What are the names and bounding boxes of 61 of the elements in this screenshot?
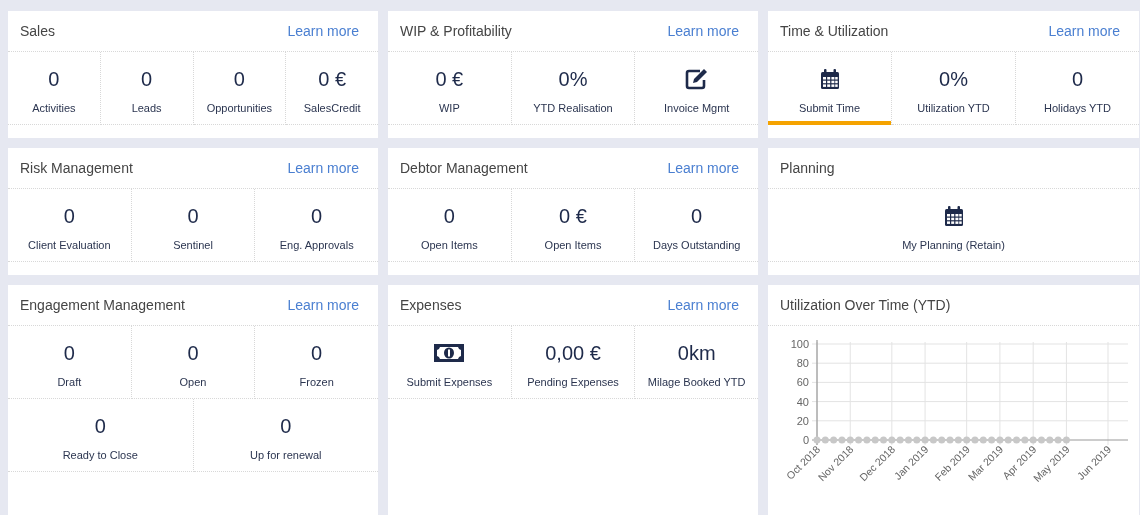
stat-label: SalesCredit [303, 102, 361, 115]
card-title: Utilization Over Time (YTD) [780, 295, 951, 315]
card-title: WIP & Profitability [400, 21, 512, 41]
stat-value: 0 € [318, 67, 347, 91]
stat-label: Open [179, 376, 207, 389]
stat-value: 0,00 € [545, 341, 601, 365]
stat-label: Submit Expenses [406, 376, 493, 389]
card-title: Expenses [400, 295, 462, 315]
stat-label: Draft [57, 376, 82, 389]
card-title: Sales [20, 21, 56, 41]
card-title: Time & Utilization [780, 21, 889, 41]
stat-label: Holidays YTD [1043, 102, 1111, 115]
stat-label: Frozen [299, 376, 334, 389]
stat-label: My Planning (Retain) [902, 239, 1005, 252]
card-title: Risk Management [20, 158, 133, 178]
stat-label: Open Items [544, 239, 602, 252]
axis-tick-label: 20 [796, 414, 809, 427]
stat-label: Up for renewal [249, 449, 322, 462]
stat-label: Submit Time [798, 102, 861, 115]
stat-label: Pending Expenses [527, 376, 619, 389]
stat-label: Milage Booked YTD [647, 376, 746, 389]
stat-label: Utilization YTD [917, 102, 990, 115]
stat-value: 0 [63, 204, 75, 228]
stat-value: 0 [187, 204, 199, 228]
stat-value: 0 [63, 341, 75, 365]
stat-value: 0 € [559, 204, 587, 228]
stat-label: Open Items [420, 239, 478, 252]
stat-value: 0 [141, 67, 153, 91]
stat-label: Opportunities [206, 102, 273, 115]
stat-label: Leads [131, 102, 162, 115]
axis-tick-label: 100 [790, 338, 809, 350]
stat-value: 0 [691, 204, 703, 228]
card-title: Planning [780, 158, 835, 178]
stat-value: 0 [443, 204, 455, 228]
stat-label: Activities [32, 102, 76, 115]
stat-value: 0 [1071, 67, 1084, 91]
stat-label: Ready to Close [62, 449, 138, 462]
stat-label: Eng. Approvals [279, 239, 354, 252]
stat-value: 0 [48, 67, 60, 91]
stat-value: 0 [233, 67, 245, 91]
stat-value: 0 [187, 341, 199, 365]
stat-label: YTD Realisation [533, 102, 613, 115]
stat-value: 0 [311, 341, 323, 365]
stat-label: WIP [438, 102, 460, 115]
stat-label: Days Outstanding [652, 239, 741, 252]
stat-label: Sentinel [173, 239, 213, 252]
stat-value: 0 € [435, 67, 464, 91]
axis-tick-label: 80 [796, 357, 809, 370]
axis-tick-label: 60 [796, 376, 809, 389]
card-title: Debtor Management [400, 158, 528, 178]
stat-label: Client Evaluation [28, 239, 111, 252]
stat-value: 0km [677, 341, 716, 365]
stat-label: Invoice Mgmt [663, 102, 730, 115]
stat-value: 0% [558, 67, 588, 91]
axis-tick-label: 0 [802, 434, 809, 446]
stat-value: 0 [280, 414, 292, 438]
stat-value: 0 [311, 204, 323, 228]
stat-value: 0% [939, 67, 968, 91]
axis-tick-label: 40 [796, 395, 809, 408]
stat-value: 0 [94, 414, 106, 438]
card-title: Engagement Management [20, 295, 185, 315]
